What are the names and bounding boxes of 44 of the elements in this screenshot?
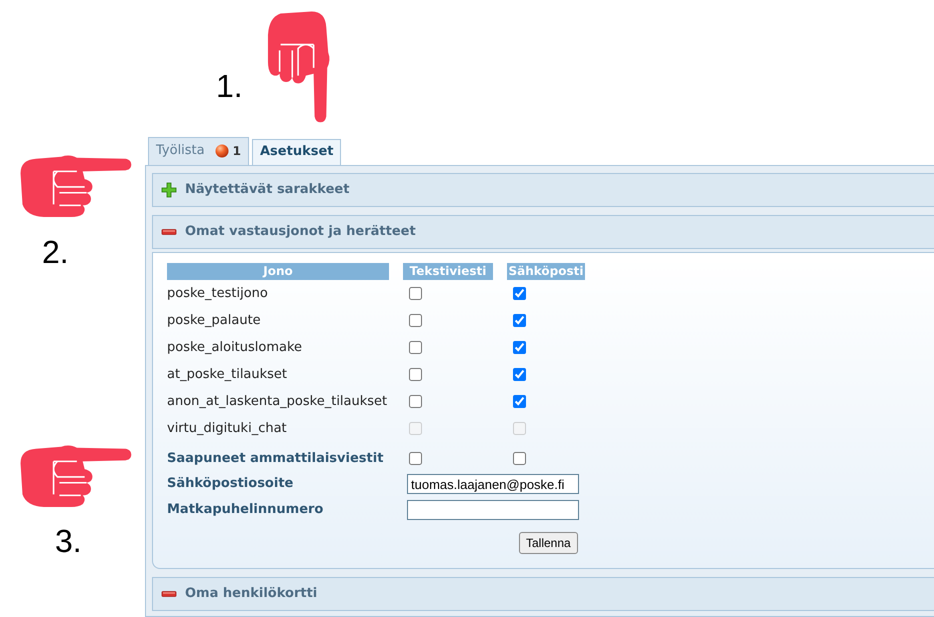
column-header: Tekstiviesti xyxy=(403,263,493,280)
column-header: Sähköposti xyxy=(507,263,585,280)
step-number: 1. xyxy=(216,70,243,102)
queue-name: anon_at_laskenta_poske_tilaukset xyxy=(167,392,388,411)
notification-count: 1 xyxy=(232,143,241,160)
tab[interactable]: Työlista 1 xyxy=(148,137,249,165)
checkbox[interactable] xyxy=(513,314,526,327)
section-header[interactable]: Näytettävät sarakkeet xyxy=(152,173,934,207)
section-title: Oma henkilökortti xyxy=(185,585,318,604)
checkbox[interactable] xyxy=(513,452,526,465)
queue-name: virtu_digituki_chat xyxy=(167,420,287,438)
tab[interactable]: Asetukset xyxy=(252,139,342,165)
setting-label: Saapuneet ammattilaisviestit xyxy=(167,450,384,468)
field-label: Matkapuhelinnumero xyxy=(167,501,324,520)
step-number: 3. xyxy=(55,525,82,557)
field-label: Sähköpostiosoite xyxy=(167,475,294,494)
notification-dot-icon xyxy=(214,144,229,158)
checkbox[interactable] xyxy=(409,314,422,327)
save-button[interactable]: Tallenna xyxy=(519,532,578,554)
collapse-icon[interactable] xyxy=(161,229,177,235)
checkbox[interactable] xyxy=(513,287,526,300)
section-title: Näytettävät sarakkeet xyxy=(185,181,350,200)
checkbox[interactable] xyxy=(409,341,422,354)
checkbox[interactable] xyxy=(409,287,422,300)
checkbox[interactable] xyxy=(513,368,526,381)
checkbox[interactable] xyxy=(409,452,422,465)
section-header[interactable]: Oma henkilökortti xyxy=(152,577,934,611)
collapse-icon[interactable] xyxy=(161,591,177,597)
queue-name: poske_aloituslomake xyxy=(167,338,302,357)
step-number: 2. xyxy=(42,236,69,268)
checkbox[interactable] xyxy=(513,341,526,354)
input-field[interactable]: tuomas.laajanen@poske.fi xyxy=(407,474,579,494)
expand-icon[interactable] xyxy=(161,182,177,198)
column-header: Jono xyxy=(167,263,389,280)
section-title: Omat vastausjonot ja herätteet xyxy=(185,223,416,242)
queue-name: at_poske_tilaukset xyxy=(167,366,288,384)
queue-name: poske_testijono xyxy=(167,284,268,303)
checkbox[interactable] xyxy=(409,368,422,381)
section-header[interactable]: Omat vastausjonot ja herätteet xyxy=(152,215,934,249)
queue-name: poske_palaute xyxy=(167,312,261,330)
checkbox[interactable] xyxy=(409,395,422,408)
tab-label: Työlista xyxy=(156,142,205,160)
input-field[interactable] xyxy=(407,500,579,520)
checkbox[interactable] xyxy=(513,395,526,408)
